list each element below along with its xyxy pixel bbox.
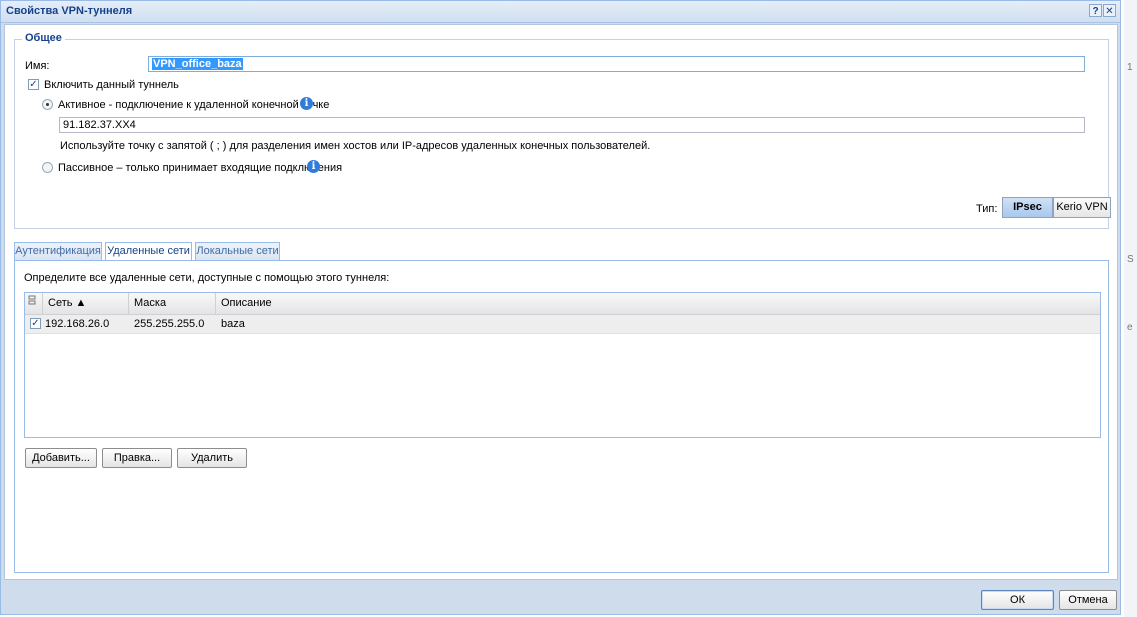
cell-mask: 255.255.255.0 — [134, 318, 205, 330]
info-icon[interactable]: i — [300, 97, 313, 110]
vpn-tunnel-properties-dialog: Свойства VPN-туннеля ? ✕ Общее Имя: VPN_… — [0, 0, 1121, 615]
active-mode-label: Активное - подключение к удаленной конеч… — [58, 99, 330, 111]
ok-button[interactable]: ОК — [981, 590, 1054, 610]
name-input[interactable]: VPN_office_baza — [148, 56, 1085, 72]
type-label: Тип: — [976, 203, 998, 215]
type-ipsec-button[interactable]: IPsec — [1002, 197, 1053, 218]
table-row[interactable]: ✓ 192.168.26.0 255.255.255.0 baza — [25, 315, 1100, 334]
background-text: e — [1127, 322, 1133, 333]
dialog-title: Свойства VPN-туннеля — [6, 5, 133, 17]
remote-networks-grid: Сеть ▲ Маска Описание ✓ 192.168.26.0 255… — [24, 292, 1101, 438]
column-description[interactable]: Описание — [216, 293, 1100, 314]
tab-local-networks[interactable]: Локальные сети — [195, 242, 280, 260]
passive-mode-label: Пассивное – только принимает входящие по… — [58, 162, 343, 174]
cell-network: 192.168.26.0 — [45, 318, 110, 330]
info-icon[interactable]: i — [307, 160, 320, 173]
background-text: 1 — [1127, 62, 1133, 73]
edit-button[interactable]: Правка... — [102, 448, 172, 468]
add-button[interactable]: Добавить... — [25, 448, 97, 468]
delete-button[interactable]: Удалить — [177, 448, 247, 468]
column-mask[interactable]: Маска — [129, 293, 216, 314]
close-button[interactable]: ✕ — [1103, 4, 1116, 17]
passive-mode-radio[interactable] — [42, 162, 53, 173]
background-text: S — [1127, 254, 1134, 265]
tab-remote-networks[interactable]: Удаленные сети — [105, 242, 192, 261]
enable-tunnel-checkbox[interactable]: ✓ — [28, 79, 39, 90]
column-network[interactable]: Сеть ▲ — [43, 293, 129, 314]
name-input-value: VPN_office_baza — [152, 58, 243, 70]
help-button[interactable]: ? — [1089, 4, 1102, 17]
tab-authentication[interactable]: Аутентификация — [14, 242, 102, 260]
cell-description: baza — [221, 318, 245, 330]
remote-networks-description: Определите все удаленные сети, доступные… — [24, 272, 390, 284]
dialog-titlebar[interactable]: Свойства VPN-туннеля ? ✕ — [1, 1, 1120, 23]
general-fieldset: Общее Имя: VPN_office_baza ✓ Включить да… — [14, 32, 1111, 229]
background-window-edge: 1 S e — [1124, 0, 1137, 617]
cancel-button[interactable]: Отмена — [1059, 590, 1117, 610]
remote-networks-panel: Определите все удаленные сети, доступные… — [14, 260, 1109, 573]
general-legend: Общее — [22, 32, 65, 44]
enable-tunnel-label: Включить данный туннель — [44, 79, 179, 91]
name-label: Имя: — [25, 60, 50, 72]
type-kerio-vpn-button[interactable]: Kerio VPN — [1053, 197, 1111, 218]
dialog-body: Общее Имя: VPN_office_baza ✓ Включить да… — [4, 24, 1118, 580]
active-mode-radio[interactable] — [42, 99, 53, 110]
grid-header: Сеть ▲ Маска Описание — [25, 293, 1100, 315]
remote-endpoint-input[interactable]: 91.182.37.XX4 — [59, 117, 1085, 133]
separator-hint: Используйте точку с запятой ( ; ) для ра… — [60, 140, 651, 152]
select-all-icon[interactable] — [25, 293, 43, 314]
